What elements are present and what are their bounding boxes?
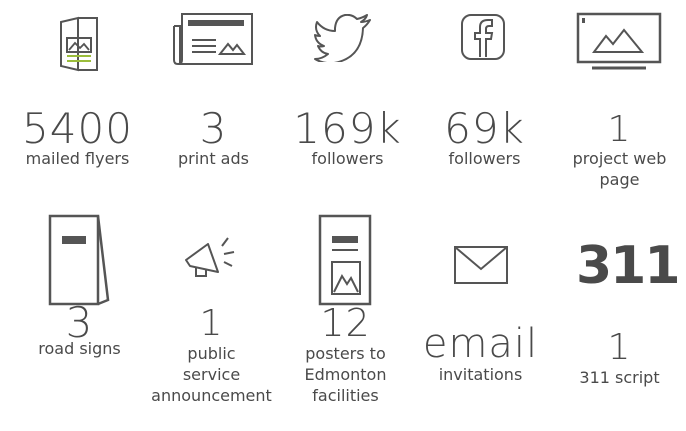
newspaper-icon bbox=[170, 12, 256, 68]
label-line: page bbox=[599, 170, 640, 189]
label-line: announcement bbox=[151, 386, 272, 405]
flyer-icon bbox=[58, 16, 100, 72]
stat-label-project-web-page: project web page bbox=[551, 148, 686, 190]
label-line: service bbox=[182, 365, 241, 384]
stat-number-twitter-followers: 169k bbox=[293, 104, 402, 153]
stat-label-posters: posters to Edmonton facilities bbox=[277, 343, 414, 406]
twitter-icon bbox=[314, 14, 372, 62]
envelope-icon bbox=[453, 245, 509, 285]
stat-number-facebook-followers: 69k bbox=[444, 104, 525, 153]
stat-number-mailed-flyers: 5400 bbox=[22, 104, 133, 153]
stat-label-road-signs: road signs bbox=[38, 339, 121, 358]
stat-label-print-ads: print ads bbox=[178, 149, 249, 168]
facebook-icon bbox=[460, 13, 506, 61]
stat-label-311-script: 311 script bbox=[579, 368, 660, 387]
label-line: Edmonton bbox=[304, 365, 387, 384]
label-line: public bbox=[187, 344, 236, 363]
monitor-icon bbox=[576, 12, 662, 70]
label-line: posters to bbox=[305, 344, 386, 363]
stat-number-posters: 12 bbox=[320, 301, 371, 345]
label-line: facilities bbox=[312, 386, 379, 405]
stat-number-project-web-page: 1 bbox=[607, 109, 632, 150]
stat-label-psa: public service announcement bbox=[143, 343, 280, 406]
label-line: project web bbox=[572, 149, 667, 168]
poster-icon bbox=[318, 214, 374, 306]
megaphone-icon bbox=[182, 232, 246, 280]
road-sign-icon bbox=[48, 214, 110, 306]
stat-number-email: email bbox=[422, 321, 539, 367]
stat-number-311-script: 1 bbox=[607, 327, 632, 368]
311-logo: 311 bbox=[576, 236, 681, 296]
stat-label-twitter-followers: followers bbox=[311, 149, 384, 168]
stat-number-print-ads: 3 bbox=[199, 104, 228, 153]
stat-label-mailed-flyers: mailed flyers bbox=[25, 149, 130, 168]
stat-label-facebook-followers: followers bbox=[448, 149, 521, 168]
stat-number-psa: 1 bbox=[199, 303, 224, 344]
stat-label-email-invitations: invitations bbox=[438, 365, 523, 384]
